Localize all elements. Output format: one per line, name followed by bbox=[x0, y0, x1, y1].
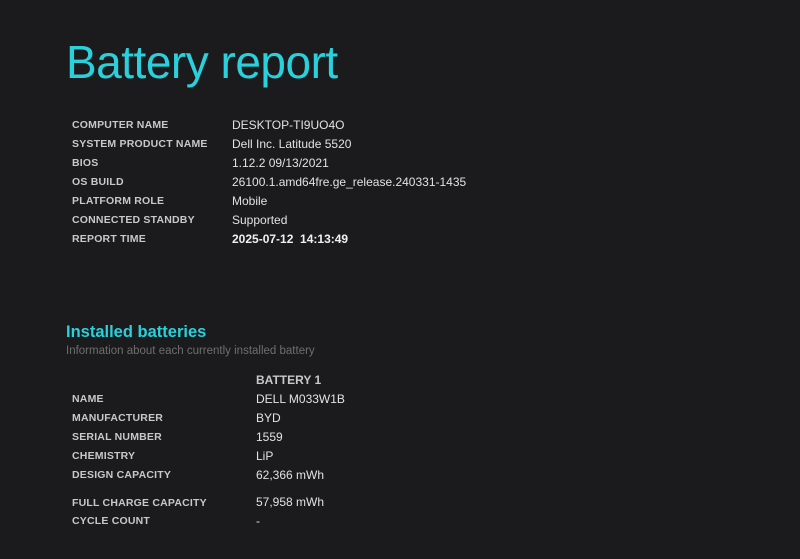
info-row-bios: BIOS 1.12.2 09/13/2021 bbox=[72, 153, 466, 172]
battery-row-manufacturer: MANUFACTURER BYD bbox=[72, 408, 345, 427]
battery-value: 1559 bbox=[256, 429, 283, 444]
installed-batteries-subtitle: Information about each currently install… bbox=[66, 345, 315, 357]
info-value: 1.12.2 09/13/2021 bbox=[232, 155, 329, 170]
info-label: CONNECTED STANDBY bbox=[72, 213, 195, 226]
info-row-connected-standby: CONNECTED STANDBY Supported bbox=[72, 210, 466, 229]
info-value: Mobile bbox=[232, 193, 268, 208]
battery-value: - bbox=[256, 513, 260, 528]
info-label: BIOS bbox=[72, 156, 99, 169]
header-spacer bbox=[72, 370, 256, 389]
info-row-report-time: REPORT TIME 2025-07-12 14:13:49 bbox=[72, 229, 466, 248]
battery-row-full-charge-capacity: FULL CHARGE CAPACITY 57,958 mWh bbox=[72, 484, 345, 511]
battery-row-chemistry: CHEMISTRY LiP bbox=[72, 446, 345, 465]
battery-column-header: BATTERY 1 bbox=[256, 372, 322, 387]
battery-label: FULL CHARGE CAPACITY bbox=[72, 497, 207, 509]
report-time-value: 2025-07-12 14:13:49 bbox=[232, 231, 349, 246]
installed-batteries-heading: Installed batteries bbox=[66, 323, 207, 341]
battery-value: 57,958 mWh bbox=[256, 495, 325, 509]
battery-label: SERIAL NUMBER bbox=[72, 430, 162, 443]
installed-batteries-table: BATTERY 1 NAME DELL M033W1B MANUFACTURER… bbox=[72, 370, 345, 530]
battery-report-page: Battery report COMPUTER NAME DESKTOP-TI9… bbox=[0, 0, 800, 559]
info-label: COMPUTER NAME bbox=[72, 118, 169, 131]
battery-value: DELL M033W1B bbox=[256, 391, 345, 406]
info-row-platform-role: PLATFORM ROLE Mobile bbox=[72, 191, 466, 210]
info-label: PLATFORM ROLE bbox=[72, 194, 165, 207]
battery-label: DESIGN CAPACITY bbox=[72, 468, 172, 481]
info-row-system-product-name: SYSTEM PRODUCT NAME Dell Inc. Latitude 5… bbox=[72, 134, 466, 153]
page-title: Battery report bbox=[66, 36, 338, 88]
battery-row-serial-number: SERIAL NUMBER 1559 bbox=[72, 427, 345, 446]
info-row-os-build: OS BUILD 26100.1.amd64fre.ge_release.240… bbox=[72, 172, 466, 191]
battery-value: BYD bbox=[256, 410, 281, 425]
info-label: SYSTEM PRODUCT NAME bbox=[72, 137, 208, 150]
battery-row-name: NAME DELL M033W1B bbox=[72, 389, 345, 408]
battery-table-header-row: BATTERY 1 bbox=[72, 370, 345, 389]
info-value: Supported bbox=[232, 212, 288, 227]
battery-label: CHEMISTRY bbox=[72, 449, 136, 462]
info-value: 26100.1.amd64fre.ge_release.240331-1435 bbox=[232, 174, 467, 189]
info-label: OS BUILD bbox=[72, 175, 124, 188]
battery-row-cycle-count: CYCLE COUNT - bbox=[72, 511, 345, 530]
info-label: REPORT TIME bbox=[72, 232, 146, 245]
battery-row-design-capacity: DESIGN CAPACITY 62,366 mWh bbox=[72, 465, 345, 484]
battery-value: 62,366 mWh bbox=[256, 467, 325, 482]
battery-label: MANUFACTURER bbox=[72, 411, 164, 424]
battery-label: NAME bbox=[72, 392, 104, 405]
battery-label: CYCLE COUNT bbox=[72, 514, 151, 527]
info-value: DESKTOP-TI9UO4O bbox=[232, 117, 345, 132]
info-value: Dell Inc. Latitude 5520 bbox=[232, 136, 352, 151]
battery-value: LiP bbox=[256, 448, 274, 463]
system-info-table: COMPUTER NAME DESKTOP-TI9UO4O SYSTEM PRO… bbox=[72, 115, 466, 248]
info-row-computer-name: COMPUTER NAME DESKTOP-TI9UO4O bbox=[72, 115, 466, 134]
